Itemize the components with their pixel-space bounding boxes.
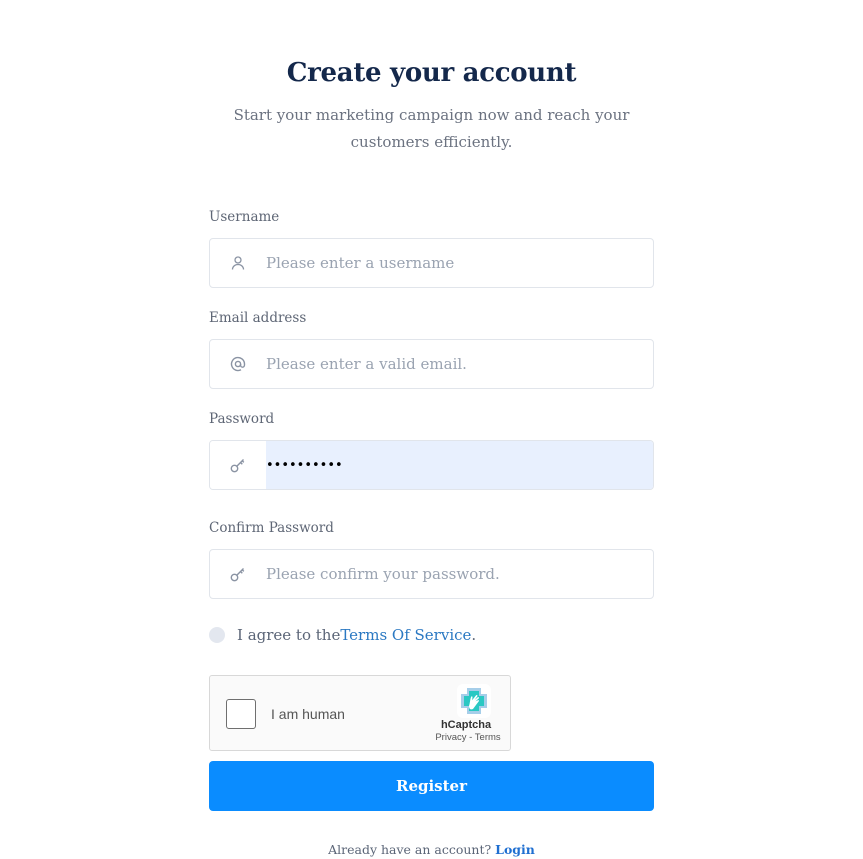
confirm-password-label: Confirm Password [209, 520, 334, 536]
captcha-brand: hCaptcha [440, 719, 492, 731]
terms-of-service-link[interactable]: Terms Of Service [340, 626, 471, 644]
page-subtitle: Start your marketing campaign now and re… [233, 106, 630, 151]
email-field-wrapper [209, 339, 654, 389]
captcha-link-separator: - [466, 732, 475, 743]
login-prompt: Already have an account? Login [0, 842, 863, 857]
username-field-wrapper [209, 238, 654, 288]
user-icon [210, 239, 266, 287]
key-icon [210, 550, 266, 598]
username-label: Username [209, 209, 280, 225]
captcha-terms-link[interactable]: Terms [475, 732, 501, 743]
login-prompt-text: Already have an account? [328, 842, 496, 857]
username-input[interactable] [266, 239, 653, 287]
confirm-password-input[interactable] [266, 550, 653, 598]
page-title: Create your account [286, 58, 577, 88]
captcha-widget: I am human hCaptcha Privacy - Terms [209, 675, 511, 751]
hcaptcha-logo-icon [457, 684, 491, 718]
password-input[interactable] [266, 441, 653, 489]
captcha-links: Privacy - Terms [428, 732, 508, 743]
password-label: Password [209, 411, 275, 427]
login-link[interactable]: Login [495, 842, 535, 857]
key-icon [210, 441, 266, 489]
email-label: Email address [209, 310, 307, 326]
at-icon [210, 340, 266, 388]
password-field-wrapper [209, 440, 654, 490]
terms-prefix: I agree to the [237, 626, 341, 644]
register-button[interactable]: Register [209, 761, 654, 811]
terms-suffix: . [471, 626, 477, 644]
confirm-password-field-wrapper [209, 549, 654, 599]
email-input[interactable] [266, 340, 653, 388]
captcha-privacy-link[interactable]: Privacy [435, 732, 466, 743]
captcha-checkbox[interactable] [226, 699, 256, 729]
terms-checkbox[interactable] [209, 627, 225, 643]
captcha-label: I am human [271, 706, 345, 722]
terms-agreement: I agree to the Terms Of Service. [209, 626, 476, 644]
